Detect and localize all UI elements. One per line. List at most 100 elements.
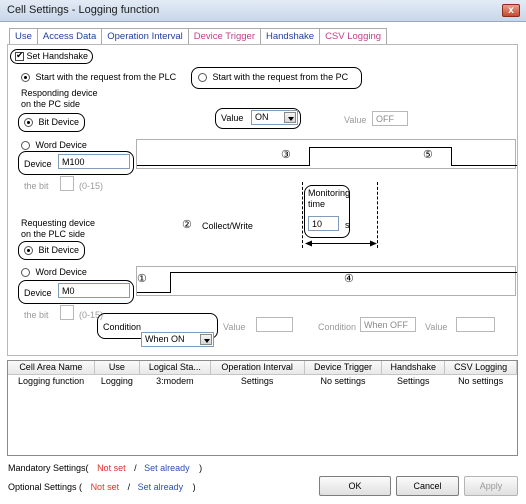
mandatory-label: Mandatory Settings( [8,463,89,473]
plc-device-label: Device [24,288,52,298]
close-button[interactable]: x [502,4,520,17]
plc-bit-input [60,305,74,320]
radio-icon [24,246,33,256]
pc-word-device-radio[interactable]: Word Device [21,140,87,151]
monitoring-label-1: Monitoring [308,188,351,198]
column-header[interactable]: Handshake [381,361,446,375]
monitoring-time-input[interactable]: 10 [308,216,339,231]
table-cell: Logging function [18,375,85,386]
column-header[interactable]: Cell Area Name [8,361,95,375]
condition-selected: When ON [145,334,185,344]
set-handshake-checkbox[interactable]: Set Handshake [15,50,89,62]
table-cell: 3:modem [156,375,194,386]
pc-word-device-label: Word Device [35,140,87,150]
column-header[interactable]: CSV Logging [444,361,517,375]
plc-word-device-label: Word Device [35,267,87,277]
column-header[interactable]: Logical Sta... [139,361,211,375]
set-already-legend: Set already [144,463,190,473]
apply-button[interactable]: Apply [464,476,518,496]
not-set-legend: Not set [97,463,126,473]
condition-select[interactable]: When ON [141,332,214,347]
table-cell: No settings [320,375,366,386]
pc-timing-chart [136,139,517,169]
monitoring-arrow [305,240,377,247]
plc-bit-device-radio[interactable]: Bit Device [24,245,80,256]
table-cell: Logging [100,375,133,386]
set-handshake-label: Set Handshake [26,51,89,61]
radio-icon [24,118,33,128]
cell-area-grid: Cell Area Name Use Logical Sta... Operat… [7,360,518,456]
plc-side-heading-1: Requesting device [21,218,96,228]
plc-device-input[interactable]: M0 [58,283,130,298]
marker-4: ④ [344,273,354,285]
optional-settings-status: Optional Settings ( Not set / Set alread… [8,482,196,492]
plc-bit-device-label: Bit Device [38,245,80,255]
slash: / [134,463,137,473]
radio-icon [21,141,30,151]
condition2-field: When OFF [360,317,416,332]
pc-the-bit-label: the bit [24,181,49,191]
start-plc-radio[interactable]: Start with the request from the PLC [21,72,177,83]
table-cell: No settings [458,375,504,386]
window-title: Cell Settings - Logging function [7,4,160,16]
tab-use[interactable]: Use [9,28,37,44]
tab-device-trigger[interactable]: Device Trigger [187,28,260,44]
ok-button[interactable]: OK [319,476,391,496]
radio-icon [198,73,207,83]
condition2-label: Condition [318,322,357,332]
marker-3: ③ [281,149,291,161]
plc-word-device-radio[interactable]: Word Device [21,267,87,278]
value-select[interactable]: ON [251,110,298,125]
plc-side-heading-2: on the PLC side [21,229,86,239]
pc-bit-device-label: Bit Device [38,117,80,127]
optional-label: Optional Settings ( [8,482,83,492]
monitoring-unit: s [345,220,350,230]
tab-csv-logging[interactable]: CSV Logging [319,28,388,44]
tab-bar: Use Access Data Operation Interval Devic… [9,28,388,44]
pc-side-heading-1: Responding device [21,88,98,98]
not-set-legend: Not set [90,482,120,492]
table-row[interactable]: Logging function Logging 3:modem Setting… [8,374,517,387]
condition-value-field [256,317,293,332]
marker-1: ① [137,273,147,285]
value-disabled-label: Value [344,115,367,125]
radio-icon [21,73,30,83]
tab-operation-interval[interactable]: Operation Interval [101,28,188,44]
start-pc-radio[interactable]: Start with the request from the PC [198,72,349,83]
plc-timing-chart [136,266,517,296]
marker-2: ② [182,219,192,231]
cancel-button[interactable]: Cancel [396,476,459,496]
checkbox-icon [15,50,24,62]
value-selected: ON [255,112,269,122]
marker-5: ⑤ [423,149,433,161]
tab-access-data[interactable]: Access Data [36,28,102,44]
value-off-field: OFF [372,111,408,126]
title-bar: Cell Settings - Logging function x [0,0,526,22]
monitoring-label-2: time [308,199,326,209]
start-plc-label: Start with the request from the PLC [35,72,177,82]
pc-bit-device-radio[interactable]: Bit Device [24,117,80,128]
tab-handshake[interactable]: Handshake [260,28,320,44]
pc-side-heading-2: on the PC side [21,99,81,109]
pc-bit-input [60,176,74,191]
value-label: Value [221,113,244,123]
plc-the-bit-label: the bit [24,310,49,320]
start-pc-label: Start with the request from the PC [212,72,349,82]
column-header[interactable]: Operation Interval [210,361,305,375]
chevron-down-icon [284,112,296,123]
close-paren: ) [199,463,203,473]
slash: / [127,482,131,492]
set-already-legend: Set already [137,482,184,492]
column-header[interactable]: Device Trigger [304,361,383,375]
table-cell: Settings [397,375,430,386]
column-header[interactable]: Use [94,361,141,375]
collect-write-label: Collect/Write [202,221,253,231]
chevron-down-icon [200,334,212,345]
table-cell: Settings [240,375,274,386]
radio-icon [21,268,30,278]
condition-value-label: Value [223,322,246,332]
pc-device-input[interactable]: M100 [58,154,130,169]
pc-device-label: Device [24,159,52,169]
value2-field [456,317,495,332]
condition-label: Condition [103,322,142,332]
